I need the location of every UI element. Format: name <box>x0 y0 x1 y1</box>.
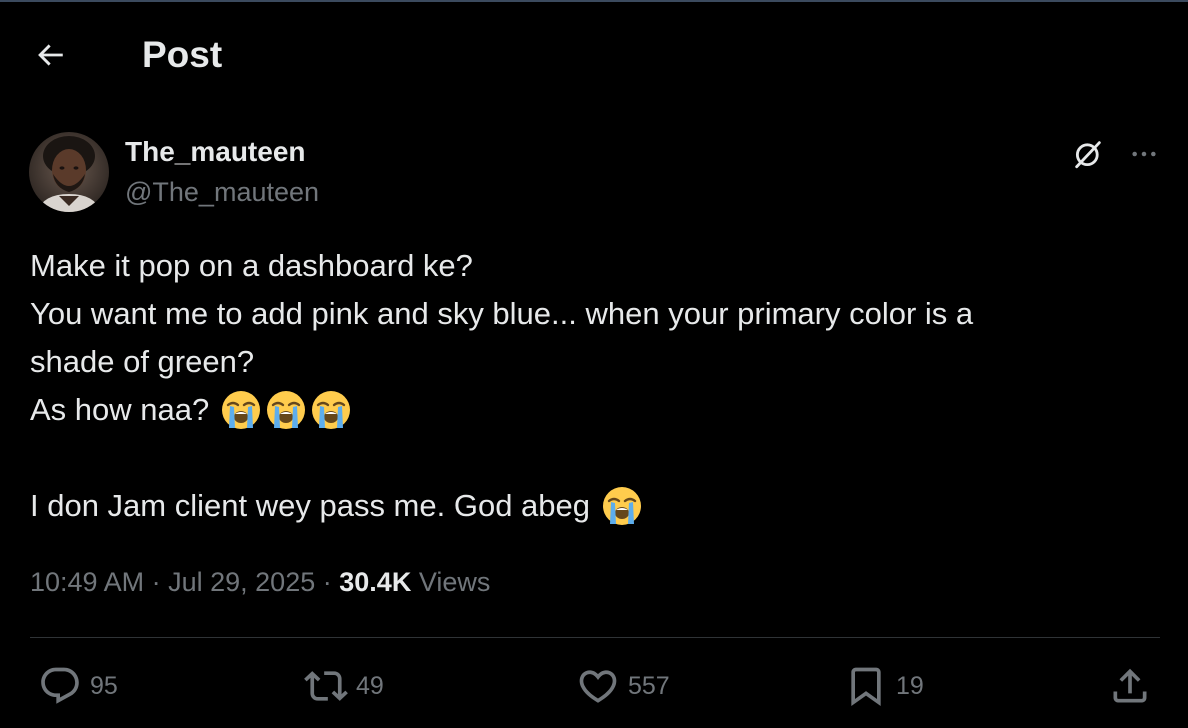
post-line-6: I don Jam client wey pass me. God abeg <box>30 482 1150 530</box>
heart-icon <box>579 670 617 703</box>
bookmark-count: 19 <box>896 671 924 700</box>
repost-icon <box>304 671 348 701</box>
reply-button[interactable]: 95 <box>38 660 118 712</box>
author-handle[interactable]: @The_mauteen <box>125 175 319 209</box>
action-bar: 95 49 557 19 <box>0 660 1188 716</box>
post-time[interactable]: 10:49 AM <box>30 567 144 597</box>
meta-separator: · <box>322 567 332 597</box>
divider <box>30 637 1160 638</box>
more-dots-icon <box>1132 151 1156 157</box>
window-top-edge <box>0 0 1188 2</box>
page-title: Post <box>142 34 223 75</box>
post-blank-line <box>30 434 1150 482</box>
post-header: Post <box>0 20 1188 90</box>
views-label: Views <box>418 567 491 597</box>
post-line-4: As how naa? <box>30 386 1150 434</box>
like-count: 557 <box>628 671 670 700</box>
views-count[interactable]: 30.4K <box>339 567 411 597</box>
post-line-2: You want me to add pink and sky blue... … <box>30 296 974 331</box>
loudly-crying-face-icon <box>266 391 305 429</box>
post-date[interactable]: Jul 29, 2025 <box>168 567 315 597</box>
arrow-left-icon <box>38 44 63 66</box>
grok-icon <box>1075 141 1101 169</box>
post-line-4-text: As how naa? <box>30 392 210 427</box>
reply-icon <box>41 667 79 704</box>
share-button[interactable] <box>1108 660 1152 712</box>
post-line-1: Make it pop on a dashboard ke? <box>30 248 473 283</box>
loudly-crying-face-icon <box>602 487 641 525</box>
loudly-crying-face-icon <box>221 391 260 429</box>
reply-count: 95 <box>90 671 118 700</box>
repost-count: 49 <box>356 671 384 700</box>
post-meta: 10:49 AM · Jul 29, 2025 · 30.4K Views <box>30 562 490 602</box>
bookmark-icon <box>851 667 881 707</box>
post-line-6-text: I don Jam client wey pass me. God abeg <box>30 488 591 523</box>
more-options-button[interactable] <box>1122 134 1166 174</box>
back-button[interactable] <box>24 32 76 78</box>
avatar[interactable] <box>29 132 109 212</box>
grok-button[interactable] <box>1066 134 1110 174</box>
author-display-name[interactable]: The_mauteen <box>125 134 306 170</box>
share-icon <box>1113 668 1147 703</box>
meta-separator: · <box>151 567 161 597</box>
like-button[interactable]: 557 <box>576 660 670 712</box>
post-line-3: shade of green? <box>30 344 255 379</box>
repost-button[interactable]: 49 <box>304 660 384 712</box>
loudly-crying-face-icon <box>311 391 350 429</box>
bookmark-button[interactable]: 19 <box>844 660 924 712</box>
post-text: Make it pop on a dashboard ke? You want … <box>30 242 1150 530</box>
